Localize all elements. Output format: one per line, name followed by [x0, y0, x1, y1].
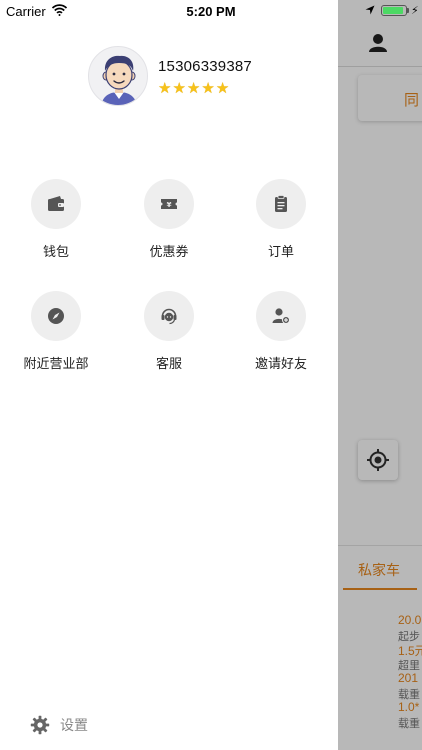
settings-button[interactable]: 设置	[30, 712, 88, 738]
avatar[interactable]	[88, 46, 148, 106]
side-drawer: 15306339387 ★ ★ ★ ★ ★ 钱包 ¥ 优惠券 订单 附近营业部 …	[0, 0, 338, 750]
menu-item-circle: ¥	[144, 179, 194, 229]
coupon-icon: ¥	[161, 199, 177, 209]
menu-item-circle	[256, 179, 306, 229]
menu-item-circle	[256, 291, 306, 341]
charging-bolt-icon: ⚡	[411, 5, 419, 17]
menu-item-label: 钱包	[42, 244, 69, 259]
star-icon: ★	[215, 80, 230, 97]
menu-item-label: 订单	[267, 244, 294, 259]
menu-item-circle	[31, 291, 81, 341]
background-price-line: 20.0	[398, 613, 422, 627]
customer-service-icon	[161, 308, 177, 325]
svg-text:¥: ¥	[167, 201, 172, 209]
location-arrow-icon	[365, 5, 375, 15]
background-price-line: 201	[398, 671, 419, 685]
menu-item-label: 附近营业部	[23, 356, 89, 371]
locate-button[interactable]	[358, 440, 398, 480]
menu-item-label: 客服	[155, 356, 182, 371]
wallet-icon	[48, 196, 64, 211]
battery-icon	[381, 5, 407, 16]
background-price-line: 1.0*	[398, 700, 420, 714]
menu-item-wallet[interactable]: 钱包	[6, 179, 106, 269]
menu-item-invite-friend[interactable]: 邀请好友	[231, 291, 331, 381]
battery-level	[383, 7, 403, 14]
compass-icon	[48, 308, 64, 324]
phone-number: 15306339387	[158, 58, 252, 75]
menu-item-label: 优惠券	[149, 244, 189, 259]
menu-item-circle	[144, 291, 194, 341]
locate-icon	[367, 449, 389, 471]
user-icon[interactable]	[368, 33, 388, 53]
star-icon: ★	[158, 80, 172, 97]
menu-item-order[interactable]: 订单	[231, 179, 331, 269]
invite-friend-icon	[272, 308, 290, 324]
status-time: 5:20 PM	[186, 4, 236, 19]
rating-stars: ★ ★ ★ ★ ★	[158, 81, 229, 97]
menu-item-nearby-branch[interactable]: 附近营业部	[6, 291, 106, 381]
settings-label: 设置	[60, 717, 88, 733]
menu-item-circle	[31, 179, 81, 229]
menu-item-coupon[interactable]: ¥ 优惠券	[119, 179, 219, 269]
status-bar: Carrier 5:20 PM ⚡	[0, 0, 422, 22]
star-icon: ★	[201, 80, 215, 97]
order-icon	[275, 195, 287, 212]
battery-tip	[407, 8, 409, 13]
background-price-line: 载重	[398, 718, 420, 730]
tab-underline	[343, 588, 417, 590]
menu-item-customer-service[interactable]: 客服	[119, 291, 219, 381]
star-icon: ★	[186, 80, 201, 97]
star-icon: ★	[172, 80, 186, 97]
tab-private-car[interactable]: 私家车	[358, 560, 400, 580]
gear-icon	[30, 715, 50, 735]
background-card-text: 同	[404, 92, 420, 109]
menu-item-label: 邀请好友	[254, 356, 307, 371]
avatar-icon	[101, 55, 137, 105]
